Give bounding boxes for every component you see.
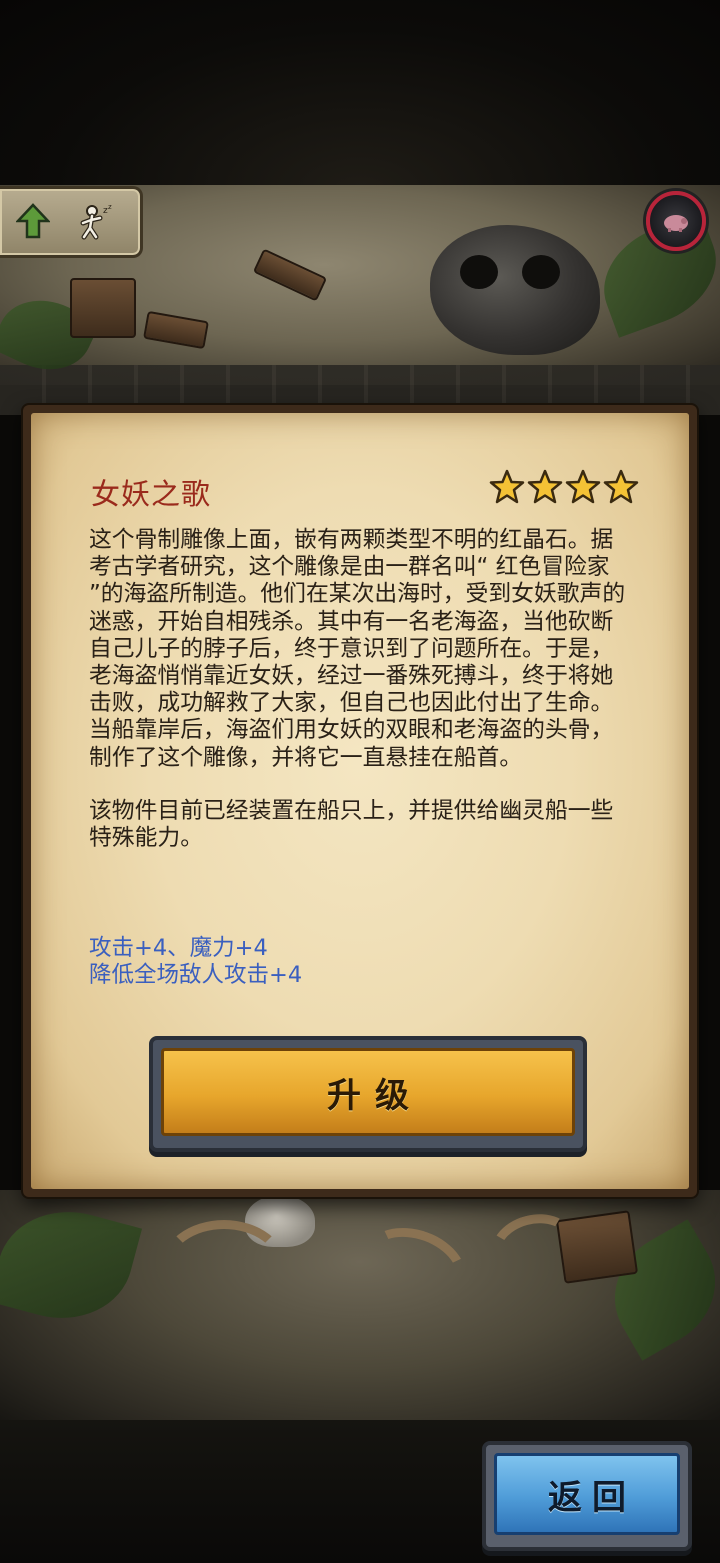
background-top (0, 0, 720, 190)
item-title: 女妖之歌 (91, 477, 212, 511)
item-stats: 攻击+4、魔力+4 降低全场敌人攻击+4 (89, 935, 629, 989)
star-icon (603, 469, 639, 504)
back-button-label: 返回 (548, 1477, 636, 1518)
star-icon (565, 469, 601, 504)
game-screen: z z 女妖之歌 这个骨制雕像上面，嵌有两颗类型不明的红晶石。据考古学者研究，这… (0, 0, 720, 1563)
upgrade-button[interactable]: 升级 (149, 1036, 587, 1152)
description-paragraph: 这个骨制雕像上面，嵌有两颗类型不明的红晶石。据考古学者研究，这个雕像是由一群名叫… (89, 527, 626, 771)
stat-line: 攻击+4、魔力+4 (89, 935, 268, 961)
star-icon (527, 469, 563, 504)
up-arrow-icon (16, 203, 50, 239)
upgrade-level-button[interactable]: z z (0, 186, 143, 258)
item-description: 这个骨制雕像上面，嵌有两颗类型不明的红晶石。据考古学者研究，这个雕像是由一群名叫… (89, 527, 629, 852)
pig-badge-icon (664, 215, 688, 232)
back-button[interactable]: 返回 (482, 1441, 692, 1551)
item-detail-dialog: 女妖之歌 这个骨制雕像上面，嵌有两颗类型不明的红晶石。据考古学者研究，这个雕像是… (23, 405, 697, 1197)
description-paragraph: 该物件目前已经装置在船只上，并提供给幽灵船一些特殊能力。 (89, 797, 614, 852)
wooden-crate (70, 278, 136, 338)
svg-text:z: z (108, 203, 112, 211)
runner-icon: z z (80, 203, 112, 240)
upgrade-button-label: 升级 (327, 1075, 423, 1116)
parchment-panel: 女妖之歌 这个骨制雕像上面，嵌有两颗类型不明的红晶石。据考古学者研究，这个雕像是… (31, 413, 689, 1189)
stat-line: 降低全场敌人攻击+4 (89, 962, 303, 988)
rope-decoration (160, 1220, 288, 1318)
star-rating (489, 469, 639, 505)
star-icon (489, 469, 525, 504)
upgrade-button-face[interactable]: 升级 (161, 1048, 575, 1136)
back-button-face[interactable]: 返回 (494, 1453, 680, 1535)
pig-badge-button[interactable] (646, 191, 706, 251)
